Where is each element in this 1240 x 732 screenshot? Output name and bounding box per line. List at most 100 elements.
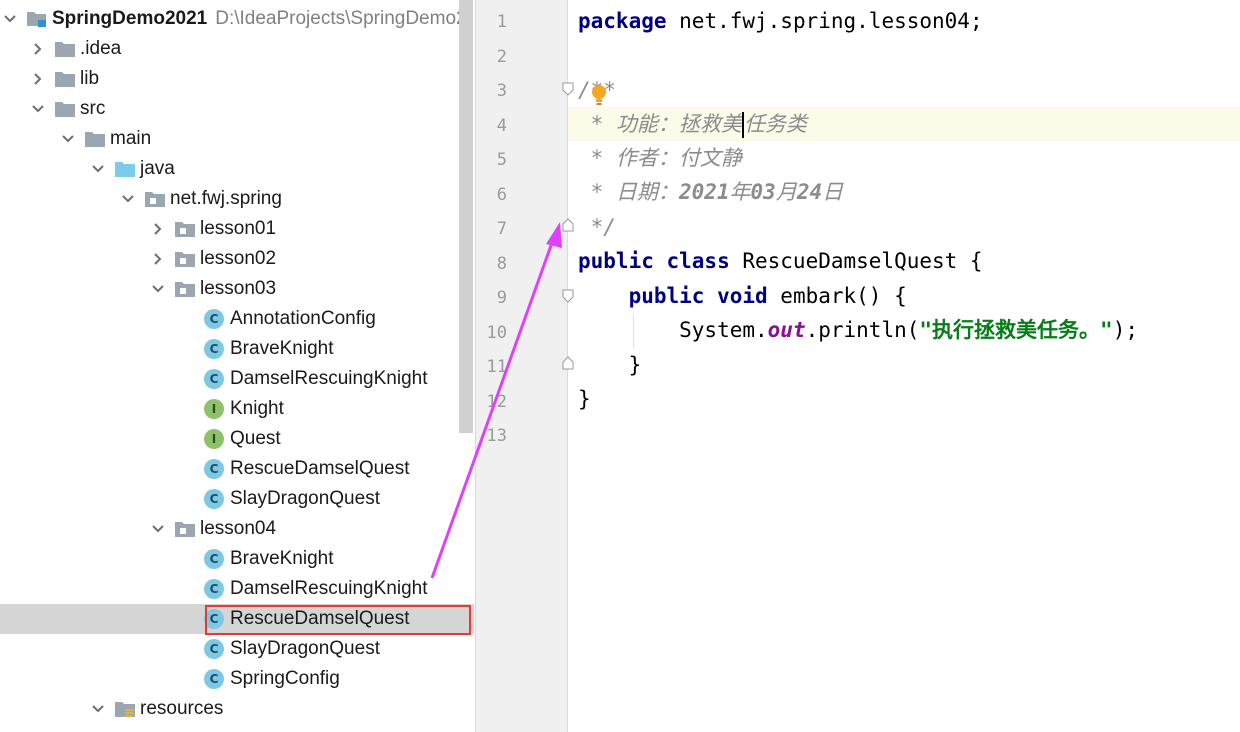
line-number: 11 — [486, 357, 507, 377]
tree-item[interactable]: C SlayDragonQuest — [0, 484, 474, 514]
tree-item[interactable]: C SpringConfig — [0, 664, 474, 694]
class-icon: C — [204, 369, 224, 389]
code-line-5[interactable]: * 作者：付文静 — [578, 141, 742, 175]
tree-item-label: Quest — [230, 428, 281, 449]
chevron-right-icon[interactable] — [30, 41, 46, 57]
tree-item[interactable]: resources — [0, 694, 474, 724]
lightbulb-icon[interactable] — [591, 84, 607, 106]
code-line-11[interactable]: } — [578, 348, 642, 382]
tree-item[interactable]: lesson04 — [0, 514, 474, 544]
class-icon: C — [204, 579, 224, 599]
tree-item[interactable]: C DamselRescuingKnight — [0, 364, 474, 394]
tree-item[interactable]: net.fwj.spring — [0, 184, 474, 214]
code-line-7[interactable]: */ — [578, 210, 616, 244]
line-number: 12 — [486, 391, 507, 412]
line-number: 4 — [496, 115, 507, 136]
tree-item[interactable]: src — [0, 94, 474, 124]
code-line-9[interactable]: public void embark() { — [578, 279, 907, 313]
tree-item[interactable]: C SlayDragonQuest — [0, 634, 474, 664]
code-line-12[interactable]: } — [578, 382, 591, 416]
line-number: 2 — [496, 46, 507, 67]
tree-item-label: lib — [80, 68, 100, 89]
class-icon: C — [204, 549, 224, 569]
tree-item-label: src — [80, 98, 106, 119]
class-icon: C — [204, 459, 224, 479]
tree-item[interactable]: lib — [0, 64, 474, 94]
tree-item-label: lesson01 — [200, 218, 277, 239]
class-icon: C — [204, 669, 224, 689]
code-line-6[interactable]: * 日期：2021年03月24日 — [578, 175, 843, 209]
tree-item-label: SpringConfig — [230, 668, 340, 689]
tree-item[interactable]: C BraveKnight — [0, 334, 474, 364]
tree-item-label: SpringDemo2021 — [52, 8, 208, 29]
tree-item-label: RescueDamselQuest — [230, 458, 410, 479]
chevron-down-icon[interactable] — [90, 161, 106, 177]
tree-item-label: lesson03 — [200, 278, 277, 299]
source-folder-icon — [114, 159, 136, 179]
chevron-down-icon[interactable] — [90, 701, 106, 717]
package-icon — [174, 519, 196, 539]
fold-marker-icon[interactable] — [562, 289, 574, 303]
tree-item-label: BraveKnight — [230, 338, 334, 359]
package-icon — [174, 249, 196, 269]
line-number: 9 — [496, 288, 507, 308]
resources-folder-icon — [114, 699, 136, 719]
tree-item[interactable]: lesson02 — [0, 244, 474, 274]
class-icon: C — [204, 639, 224, 659]
line-number: 8 — [496, 253, 507, 274]
folder-icon — [84, 129, 106, 149]
tree-item-label: DamselRescuingKnight — [230, 368, 428, 389]
tree-item-label: SlayDragonQuest — [230, 488, 380, 509]
folder-icon — [54, 69, 76, 89]
chevron-down-icon[interactable] — [30, 101, 46, 117]
tree-item[interactable]: main — [0, 124, 474, 154]
chevron-right-icon[interactable] — [30, 71, 46, 87]
chevron-right-icon[interactable] — [150, 251, 166, 267]
tree-item[interactable]: C AnnotationConfig — [0, 304, 474, 334]
code-line-1[interactable]: package net.fwj.spring.lesson04; — [578, 4, 983, 38]
chevron-down-icon[interactable] — [120, 191, 136, 207]
code-line-4[interactable]: * 功能：拯救美任务类 — [578, 107, 807, 141]
tree-item[interactable]: SpringDemo2021 D:\IdeaProjects\SpringDemo… — [0, 4, 474, 34]
fold-marker-icon[interactable] — [562, 82, 574, 96]
chevron-down-icon[interactable] — [2, 11, 18, 27]
project-folder-icon — [26, 9, 48, 29]
tree-item[interactable]: lesson03 — [0, 274, 474, 304]
class-icon: C — [204, 489, 224, 509]
tree-item-label: .idea — [80, 38, 122, 59]
tree-item[interactable]: lesson01 — [0, 214, 474, 244]
chevron-down-icon[interactable] — [150, 281, 166, 297]
chevron-down-icon[interactable] — [150, 521, 166, 537]
tree-item-label: net.fwj.spring — [170, 188, 282, 209]
tree-item[interactable]: I Quest — [0, 424, 474, 454]
line-number: 1 — [496, 12, 507, 32]
tree-item-label: resources — [140, 698, 224, 719]
chevron-down-icon[interactable] — [60, 131, 76, 147]
tree-item-label: java — [140, 158, 175, 179]
selected-file-highlight — [205, 605, 471, 635]
package-icon — [144, 189, 166, 209]
tree-item[interactable]: java — [0, 154, 474, 184]
tree-item[interactable]: C BraveKnight — [0, 544, 474, 574]
line-number: 5 — [496, 150, 507, 170]
fold-marker-icon[interactable] — [562, 218, 574, 232]
folder-icon — [54, 39, 76, 59]
package-icon — [174, 279, 196, 299]
line-number: 3 — [496, 81, 507, 101]
tree-scrollbar[interactable] — [459, 0, 473, 433]
code-line-8[interactable]: public class RescueDamselQuest { — [578, 244, 983, 278]
tree-item-label: main — [110, 128, 152, 149]
class-icon: C — [204, 309, 224, 329]
tree-item[interactable]: .idea — [0, 34, 474, 64]
tree-item[interactable]: C RescueDamselQuest — [0, 454, 474, 484]
tree-item-label: SlayDragonQuest — [230, 638, 380, 659]
line-number: 6 — [496, 184, 507, 205]
chevron-right-icon[interactable] — [150, 221, 166, 237]
tree-item-label: DamselRescuingKnight — [230, 578, 428, 599]
code-line-10[interactable]: System.out.println("执行拯救美任务。"); — [578, 313, 1138, 347]
tree-item[interactable]: I Knight — [0, 394, 474, 424]
tree-item-label: lesson02 — [200, 248, 277, 269]
interface-icon: I — [204, 399, 224, 419]
tree-item[interactable]: C DamselRescuingKnight — [0, 574, 474, 604]
fold-marker-icon[interactable] — [562, 356, 574, 370]
